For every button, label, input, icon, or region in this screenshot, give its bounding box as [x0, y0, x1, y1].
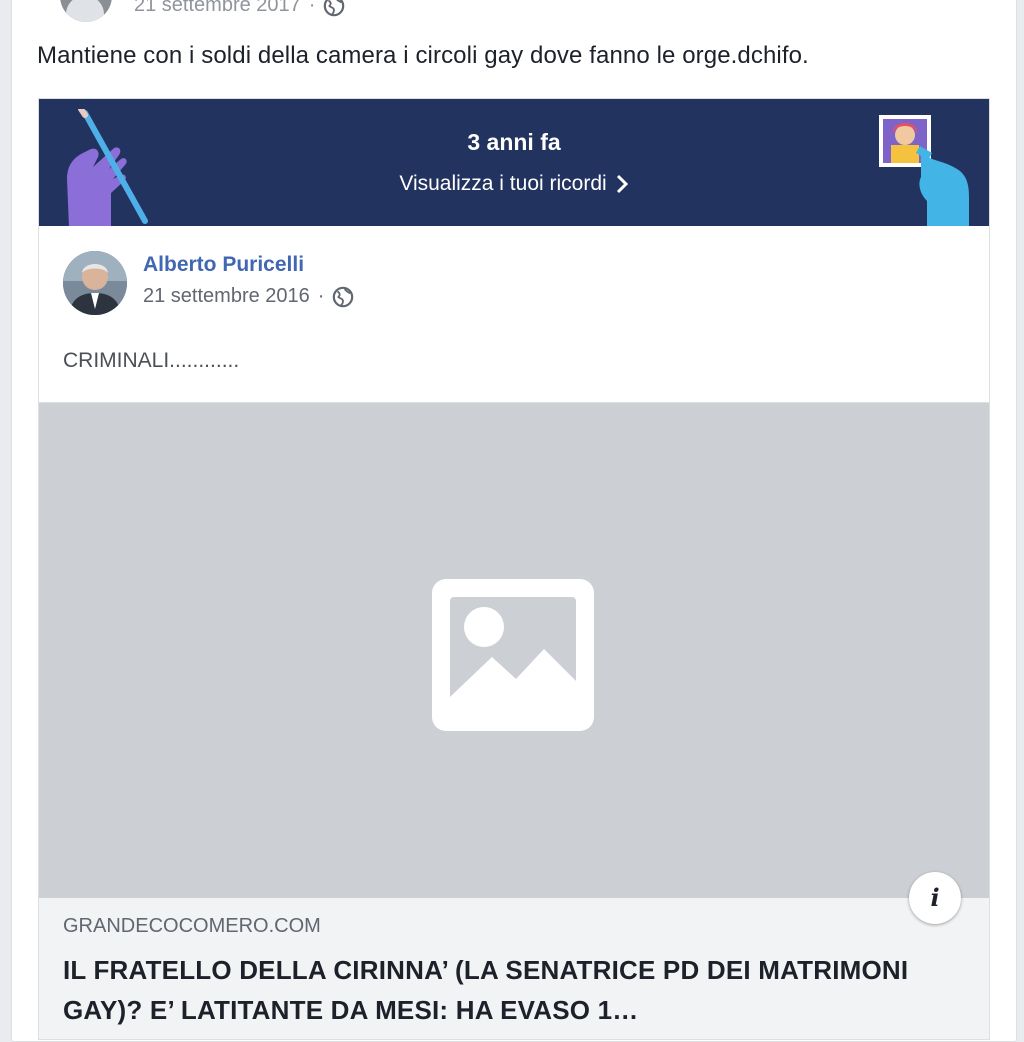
hand-with-pencil-illustration [67, 109, 148, 226]
hand-with-photo-illustration [879, 115, 969, 226]
meta-separator: · [308, 0, 316, 16]
link-title[interactable]: IL FRATELLO DELLA CIRINNA’ (LA SENATRICE… [63, 950, 963, 1030]
post-meta: 21 settembre 2017 · [134, 0, 345, 17]
info-icon[interactable]: i [909, 872, 961, 924]
post-text: Mantiene con i soldi della camera i circ… [37, 42, 809, 69]
shared-post-date[interactable]: 21 settembre 2016 [143, 285, 310, 308]
link-preview[interactable]: GRANDECOCOMERO.COM IL FRATELLO DELLA CIR… [39, 898, 989, 1039]
avatar-photo [63, 251, 127, 315]
globe-icon[interactable] [332, 286, 354, 308]
view-memories-link[interactable]: Visualizza i tuoi ricordi [39, 172, 989, 196]
shared-author-name[interactable]: Alberto Puricelli [143, 253, 304, 277]
shared-author-avatar[interactable] [63, 251, 127, 315]
memory-title: 3 anni fa [467, 129, 561, 155]
chevron-right-icon [616, 174, 628, 194]
shared-post-meta: 21 settembre 2016 · [143, 285, 354, 308]
meta-separator: · [317, 285, 325, 307]
link-image-placeholder[interactable] [39, 402, 989, 898]
shared-memory-post: 3 anni fa Visualizza i tuoi ricordi Albe… [38, 98, 990, 1040]
view-memories-label[interactable]: Visualizza i tuoi ricordi [399, 172, 606, 196]
post-date[interactable]: 21 settembre 2017 [134, 0, 301, 17]
memory-banner[interactable]: 3 anni fa Visualizza i tuoi ricordi [39, 99, 989, 226]
shared-post-text: CRIMINALI............ [63, 349, 240, 372]
link-domain: GRANDECOCOMERO.COM [63, 915, 321, 937]
globe-icon[interactable] [323, 0, 345, 17]
image-placeholder-icon [432, 579, 594, 731]
